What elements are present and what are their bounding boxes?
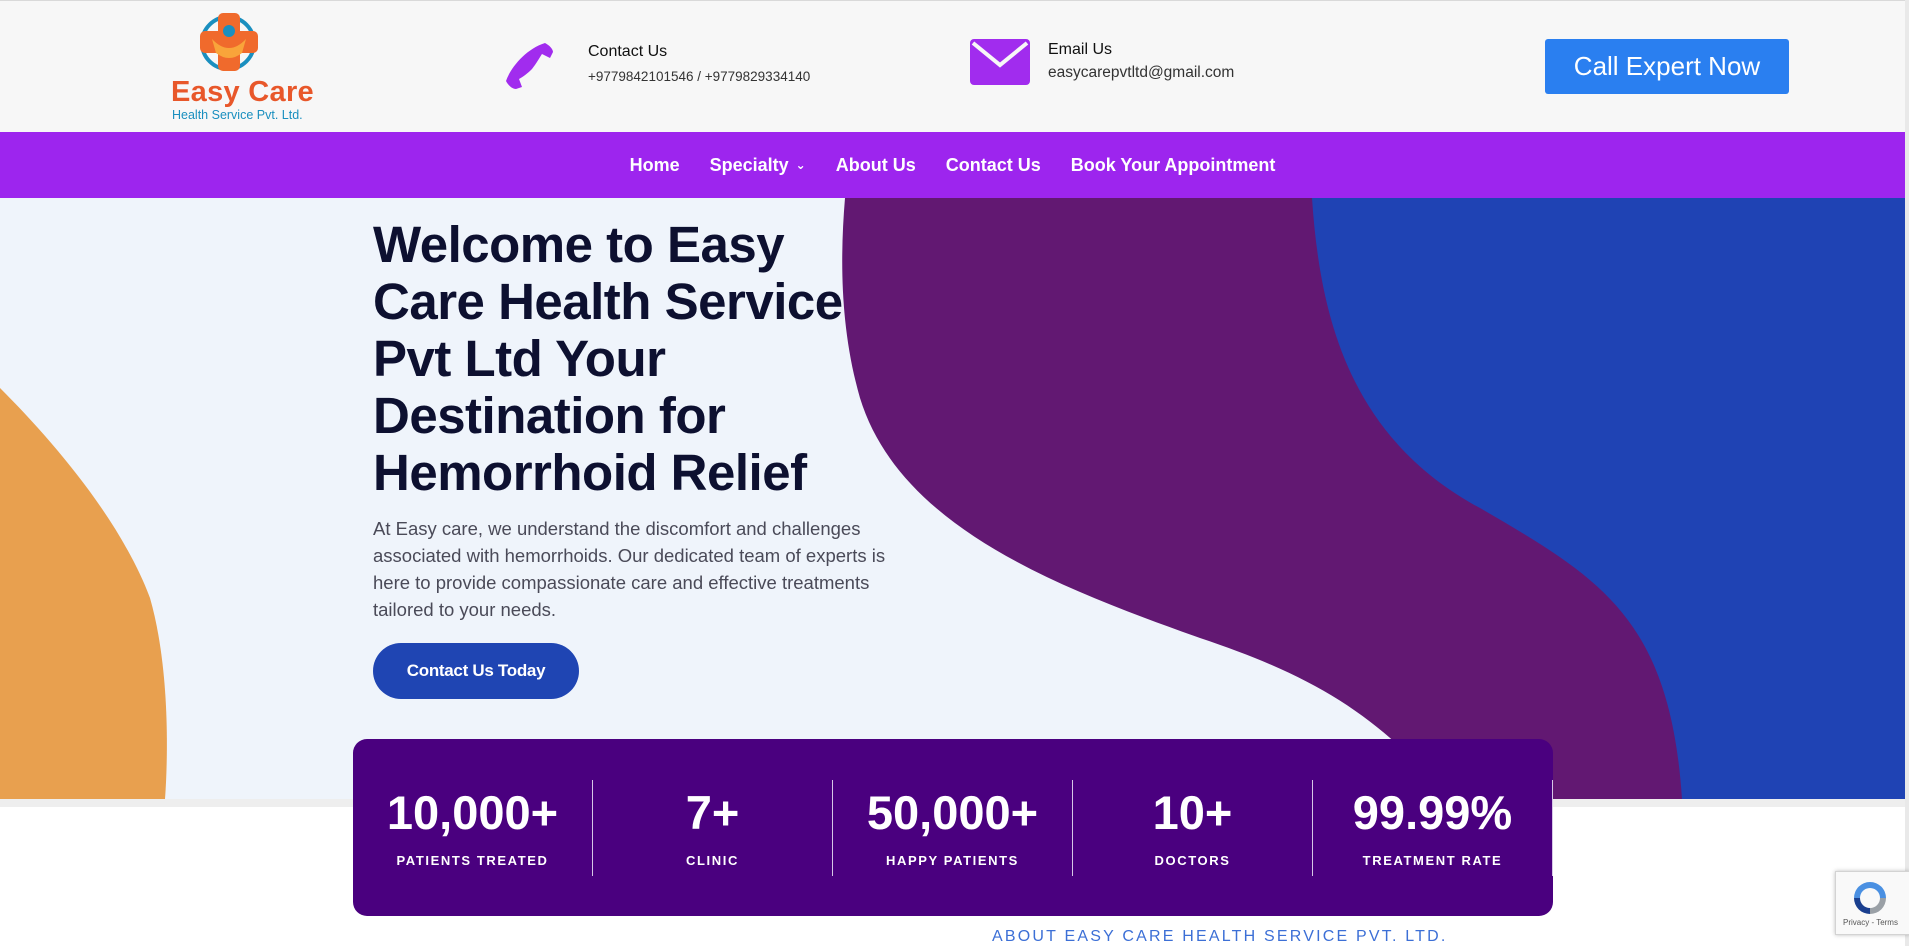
recaptcha-icon xyxy=(1854,882,1886,914)
stat-value: 10,000+ xyxy=(386,786,559,839)
nav-item-specialty[interactable]: Specialty ⌄ xyxy=(695,155,821,176)
stat-label: HAPPY PATIENTS xyxy=(886,853,1019,868)
stat-label: TREATMENT RATE xyxy=(1362,853,1503,868)
hero-section xyxy=(0,198,1905,799)
stat-label: DOCTORS xyxy=(1154,853,1231,868)
nav-item-label: Contact Us xyxy=(945,154,1041,175)
hero-title: Welcome to Easy Care Health Service Pvt … xyxy=(373,216,843,501)
contact-title: Contact Us xyxy=(588,43,668,60)
logo-subtitle: Health Service Pvt. Ltd. xyxy=(172,108,303,122)
stat-happy-patients: 50,000+ HAPPY PATIENTS xyxy=(833,779,1073,876)
hero-description: At Easy care, we understand the discomfo… xyxy=(373,518,886,620)
email-address[interactable]: easycarepvtltd@gmail.com xyxy=(1048,64,1234,82)
page-edge xyxy=(1905,0,1909,946)
contact-us-today-button[interactable]: Contact Us Today xyxy=(373,643,579,699)
nav-item-home[interactable]: Home xyxy=(615,155,695,176)
call-expert-button[interactable]: Call Expert Now xyxy=(1545,39,1789,94)
nav-item-book-appointment[interactable]: Book Your Appointment xyxy=(1056,155,1291,176)
nav-item-contact[interactable]: Contact Us xyxy=(931,155,1056,176)
nav-item-about[interactable]: About Us xyxy=(821,155,931,176)
contact-phones[interactable]: +9779842101546 / +9779829334140 xyxy=(588,69,810,84)
stats-panel: 10,000+ PATIENTS TREATED 7+ CLINIC 50,00… xyxy=(353,739,1553,916)
nav-item-label: Book Your Appointment xyxy=(1070,154,1276,175)
logo-name: Easy Care xyxy=(171,76,314,108)
nav-item-label: Home xyxy=(629,154,680,175)
stat-treatment-rate: 99.99% TREATMENT RATE xyxy=(1313,779,1553,876)
stat-label: CLINIC xyxy=(686,853,739,868)
stat-value: 10+ xyxy=(1152,786,1233,839)
stat-value: 99.99% xyxy=(1352,786,1513,839)
nav-item-label: About Us xyxy=(835,154,916,175)
main-navigation: Home Specialty ⌄ About Us Contact Us Boo… xyxy=(0,132,1905,198)
email-title: Email Us xyxy=(1048,41,1113,58)
stat-label: PATIENTS TREATED xyxy=(396,853,549,868)
stat-doctors: 10+ DOCTORS xyxy=(1073,779,1313,876)
nav-item-label: Specialty xyxy=(709,154,789,175)
stat-value: 50,000+ xyxy=(866,786,1039,839)
about-section-label: ABOUT EASY CARE HEALTH SERVICE PVT. LTD. xyxy=(992,928,1448,945)
recaptcha-links[interactable]: Privacy - Terms xyxy=(1843,918,1898,927)
stat-clinic: 7+ CLINIC xyxy=(593,779,833,876)
phone-icon xyxy=(506,43,553,89)
top-header: Easy Care Health Service Pvt. Ltd. Conta… xyxy=(0,0,1905,132)
chevron-down-icon: ⌄ xyxy=(795,158,806,172)
hero-background-waves xyxy=(0,198,1905,799)
stat-value: 7+ xyxy=(685,786,740,839)
envelope-icon xyxy=(970,39,1030,85)
stat-patients-treated: 10,000+ PATIENTS TREATED xyxy=(353,779,593,876)
